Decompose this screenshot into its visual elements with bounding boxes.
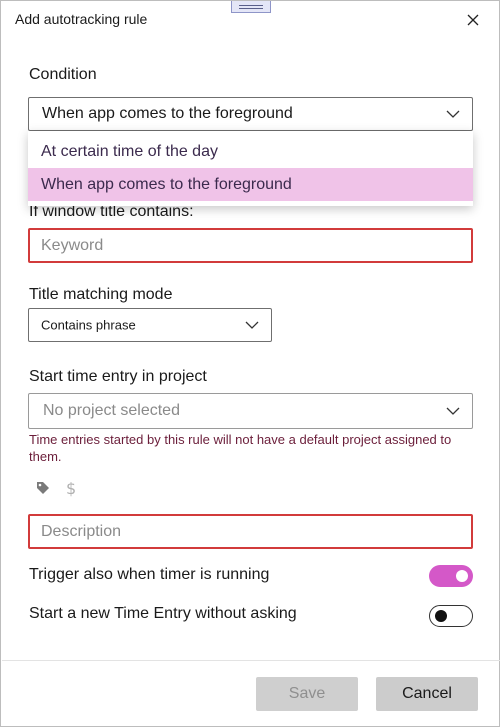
chevron-down-icon [245,321,259,329]
tag-icon [37,482,49,494]
toggle-knob [435,609,447,622]
trigger-running-toggle[interactable] [429,565,473,587]
project-select[interactable]: No project selected [28,393,473,429]
title-matching-value: Contains phrase [41,317,136,333]
chevron-down-icon [446,110,460,118]
project-hint: Time entries started by this rule will n… [29,432,452,464]
dollar-icon: $ [66,479,76,498]
close-button[interactable] [462,9,484,31]
tag-button[interactable] [35,480,51,496]
save-button[interactable]: Save [256,677,358,711]
title-matching-label: Title matching mode [29,286,173,303]
project-selected-value: No project selected [43,402,180,419]
project-label: Start time entry in project [29,368,207,385]
chevron-down-icon [446,407,460,415]
condition-option-label: When app comes to the foreground [41,175,292,193]
trigger-running-label: Trigger also when timer is running [29,566,270,583]
new-entry-toggle[interactable] [429,605,473,627]
dialog-title: Add autotracking rule [15,11,148,27]
save-button-label: Save [288,685,326,702]
keyword-input[interactable]: Keyword [28,228,473,263]
description-input[interactable]: Description [28,514,473,549]
cancel-button[interactable]: Cancel [376,677,478,711]
cancel-button-label: Cancel [402,685,452,702]
condition-option-selected[interactable]: When app comes to the foreground [28,168,473,201]
footer-divider [2,660,500,661]
condition-selected-value: When app comes to the foreground [42,105,293,122]
condition-option[interactable]: At certain time of the day [28,135,473,168]
close-icon [467,14,479,26]
condition-label: Condition [29,66,97,83]
svg-text:$: $ [66,479,76,497]
condition-option-label: At certain time of the day [41,142,218,160]
condition-select[interactable]: When app comes to the foreground [28,97,473,131]
description-placeholder: Description [41,522,122,540]
toggle-knob [456,570,468,582]
new-entry-label: Start a new Time Entry without asking [29,605,297,622]
title-matching-select[interactable]: Contains phrase [28,308,272,342]
keyword-placeholder: Keyword [41,236,104,254]
dialog-window: Add autotracking rule Condition When app… [0,0,500,727]
drag-handle[interactable] [231,1,271,13]
billable-button[interactable]: $ [64,479,78,498]
condition-dropdown-list: At certain time of the day When app come… [28,131,473,206]
